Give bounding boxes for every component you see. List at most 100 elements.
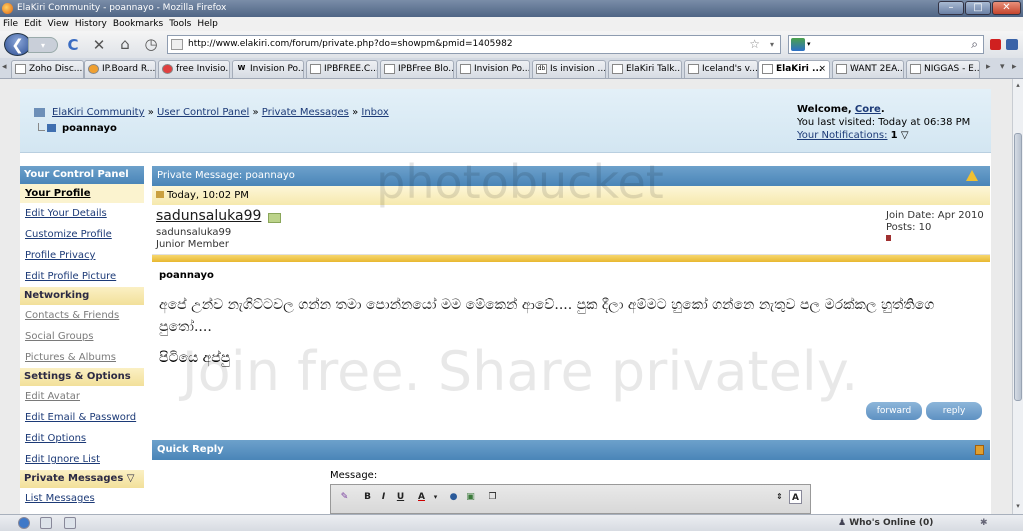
breadcrumb-pms[interactable]: Private Messages	[262, 107, 349, 118]
back-button[interactable]: ❮	[4, 33, 31, 56]
tab-scroll-left-icon[interactable]: ◂	[2, 62, 7, 72]
tab-ipbfree-c[interactable]: IPBFREE.C...	[306, 60, 378, 78]
tab-scroll-right-icon[interactable]: ▸	[986, 62, 991, 72]
reply-button[interactable]: reply	[926, 402, 982, 420]
collapse-icon[interactable]	[975, 445, 984, 455]
menubar: File Edit View History Bookmarks Tools Help	[0, 17, 1023, 31]
menu-edit[interactable]: Edit	[21, 17, 44, 31]
addon-icon[interactable]	[990, 39, 1001, 50]
breadcrumb-ucp[interactable]: User Control Panel	[157, 107, 249, 118]
page-viewport: ElaKiri Community » User Control Panel »…	[0, 79, 1012, 514]
forward-button[interactable]: forward	[866, 402, 922, 420]
notifications-caret-icon[interactable]: ▽	[901, 130, 909, 141]
search-engine-icon[interactable]	[791, 38, 805, 51]
forum-home-icon	[34, 107, 45, 117]
tab-elakiri-active[interactable]: ElaKiri ... ×	[758, 60, 830, 78]
home-icon[interactable]: ⌂	[116, 35, 134, 53]
tab-favicon-icon	[88, 64, 99, 74]
sidebar-item-edit-options[interactable]: Edit Options	[20, 428, 144, 449]
sidebar-item-your-profile[interactable]: Your Profile	[20, 184, 144, 203]
breadcrumb-inbox[interactable]: Inbox	[361, 107, 388, 118]
menu-bookmarks[interactable]: Bookmarks	[110, 17, 166, 31]
sidebar-item-ignore-list[interactable]: Edit Ignore List	[20, 449, 144, 470]
resize-icon[interactable]: ⇕	[773, 490, 786, 504]
sidebar-item-edit-email[interactable]: Edit Email & Password	[20, 407, 144, 428]
reload-icon[interactable]: C	[64, 36, 82, 54]
status-addon-icon[interactable]	[40, 517, 52, 529]
insert-image-icon[interactable]: ▣	[464, 490, 477, 504]
breadcrumb-community[interactable]: ElaKiri Community	[52, 107, 145, 118]
stop-icon[interactable]: ✕	[90, 36, 108, 54]
tab-zoho[interactable]: Zoho Disc...	[11, 60, 84, 78]
scroll-up-icon[interactable]: ▴	[1013, 81, 1023, 91]
insert-link-icon[interactable]: ●	[447, 490, 460, 504]
menu-file[interactable]: File	[0, 17, 21, 31]
switch-editor-mode-icon[interactable]: A	[789, 490, 802, 504]
tab-niggas[interactable]: NIGGAS - E...	[906, 60, 980, 78]
tab-favicon-icon	[15, 64, 26, 74]
tab-scroll-end-icon[interactable]: ▸	[1012, 62, 1017, 72]
tab-invision-2[interactable]: Invision Po...	[456, 60, 530, 78]
sidebar-item-profile-privacy[interactable]: Profile Privacy	[20, 245, 144, 266]
close-window-button[interactable]: ✕	[992, 1, 1021, 15]
status-addon-2-icon[interactable]	[64, 517, 76, 529]
notifications-count: 1	[890, 130, 898, 141]
sidebar-section-pms[interactable]: Private Messages ▽	[20, 470, 144, 488]
minimize-button[interactable]: –	[938, 1, 964, 15]
addon-2-icon[interactable]	[1006, 39, 1018, 50]
history-icon[interactable]: ◷	[142, 35, 160, 53]
search-go-icon[interactable]: ⌕	[971, 36, 978, 53]
tab-iceland[interactable]: Iceland's v...	[684, 60, 758, 78]
sidebar-item-contacts[interactable]: Contacts & Friends	[20, 305, 144, 326]
tab-is-invision[interactable]: db Is invision ...	[532, 60, 606, 78]
sidebar-item-customize-profile[interactable]: Customize Profile	[20, 224, 144, 245]
tab-ipbfree-blog[interactable]: IPBFree Blo...	[380, 60, 454, 78]
tab-favicon-icon	[162, 64, 173, 74]
sidebar-item-edit-avatar[interactable]: Edit Avatar	[20, 386, 144, 407]
scrollbar-thumb[interactable]	[1014, 133, 1022, 401]
tab-list-icon[interactable]: ▾	[1000, 62, 1005, 72]
settings-gear-icon[interactable]: ✱	[980, 515, 988, 531]
forward-dropdown-button[interactable]: ▾	[28, 37, 58, 53]
status-globe-icon[interactable]	[18, 517, 30, 529]
tab-free-invision[interactable]: free Invisio...	[158, 60, 230, 78]
url-dropdown-icon[interactable]: ▾	[770, 36, 774, 53]
tab-invision-1[interactable]: W Invision Po...	[232, 60, 304, 78]
scroll-down-icon[interactable]: ▾	[1013, 502, 1023, 512]
font-color-dropdown-icon[interactable]: ▾	[429, 490, 442, 504]
underline-button[interactable]: U	[394, 490, 407, 504]
whos-online-status[interactable]: ♟ Who's Online (0)	[838, 515, 933, 531]
sidebar-item-profile-picture[interactable]: Edit Profile Picture	[20, 266, 144, 287]
page-scrollbar[interactable]: ▴ ▾	[1012, 79, 1023, 514]
menu-tools[interactable]: Tools	[166, 17, 194, 31]
tab-ipboard[interactable]: IP.Board R...	[84, 60, 156, 78]
italic-button[interactable]: I	[377, 490, 390, 504]
search-engine-dropdown-icon[interactable]: ▾	[807, 36, 811, 53]
tab-elakiri-talk[interactable]: ElaKiri Talk...	[608, 60, 682, 78]
url-text: http://www.elakiri.com/forum/private.php…	[188, 39, 513, 49]
sidebar-item-edit-details[interactable]: Edit Your Details	[20, 203, 144, 224]
tab-close-icon[interactable]: ×	[818, 61, 826, 77]
insert-quote-icon[interactable]: ❐	[486, 490, 499, 504]
sidebar-item-list-messages[interactable]: List Messages	[20, 488, 144, 509]
post-icon	[156, 191, 164, 198]
notifications-link[interactable]: Your Notifications:	[797, 130, 887, 141]
tab-want-2ea[interactable]: WANT 2EA...	[832, 60, 904, 78]
menu-view[interactable]: View	[45, 17, 72, 31]
url-field[interactable]: http://www.elakiri.com/forum/private.php…	[167, 35, 781, 54]
menu-help[interactable]: Help	[194, 17, 221, 31]
menu-history[interactable]: History	[72, 17, 110, 31]
welcome-user-link[interactable]: Core	[855, 104, 881, 115]
pm-date: Today, 10:02 PM	[167, 190, 249, 201]
search-input[interactable]: ▾ ⌕	[788, 35, 984, 54]
sidebar-item-pictures[interactable]: Pictures & Albums	[20, 347, 144, 368]
bold-button[interactable]: B	[361, 490, 374, 504]
bookmark-star-icon[interactable]: ☆	[749, 36, 760, 53]
remove-format-icon[interactable]: ✎	[338, 490, 351, 504]
tab-favicon-icon	[688, 64, 699, 74]
report-warning-icon[interactable]	[966, 170, 978, 181]
font-color-button[interactable]: A	[415, 490, 428, 504]
maximize-button[interactable]: □	[965, 1, 991, 15]
sidebar-item-social-groups[interactable]: Social Groups	[20, 326, 144, 347]
author-name-link[interactable]: sadunsaluka99	[156, 208, 261, 224]
